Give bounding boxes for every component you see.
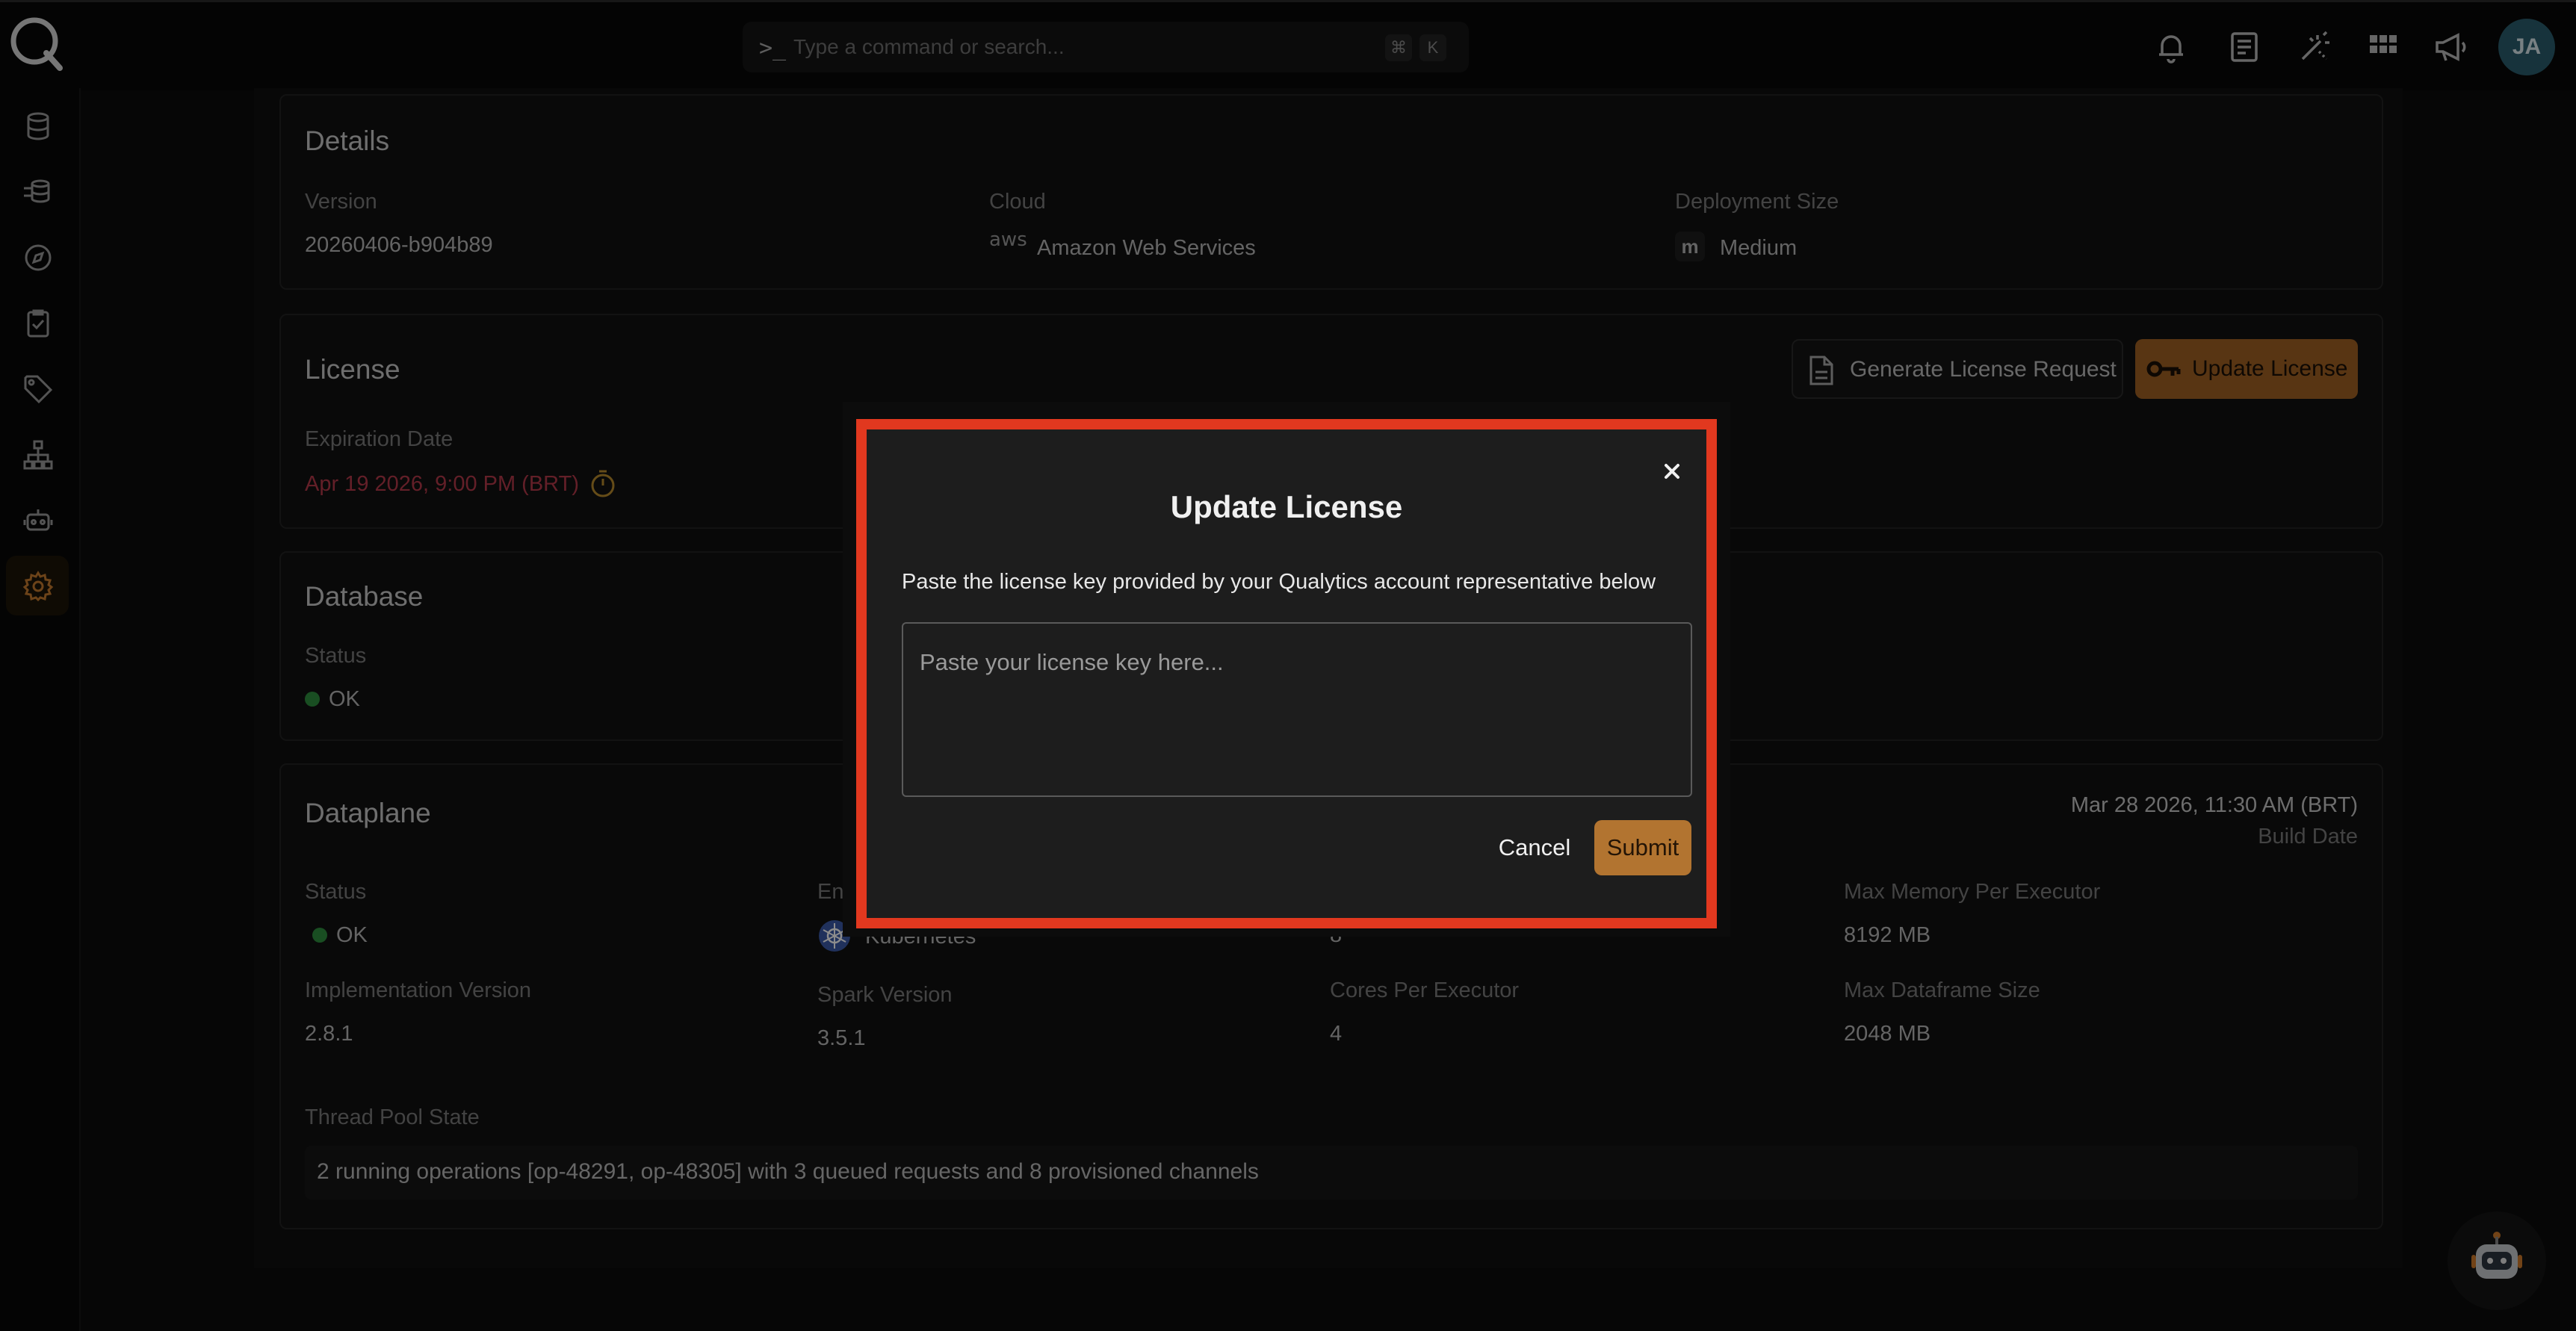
license-key-input[interactable] (902, 622, 1692, 797)
close-icon[interactable] (1659, 458, 1685, 485)
dialog-description: Paste the license key provided by your Q… (902, 570, 1656, 594)
submit-button[interactable]: Submit (1594, 820, 1691, 875)
update-license-dialog: Update License Paste the license key pro… (856, 419, 1717, 928)
cancel-button[interactable]: Cancel (1488, 820, 1581, 875)
dialog-title: Update License (1170, 489, 1403, 524)
